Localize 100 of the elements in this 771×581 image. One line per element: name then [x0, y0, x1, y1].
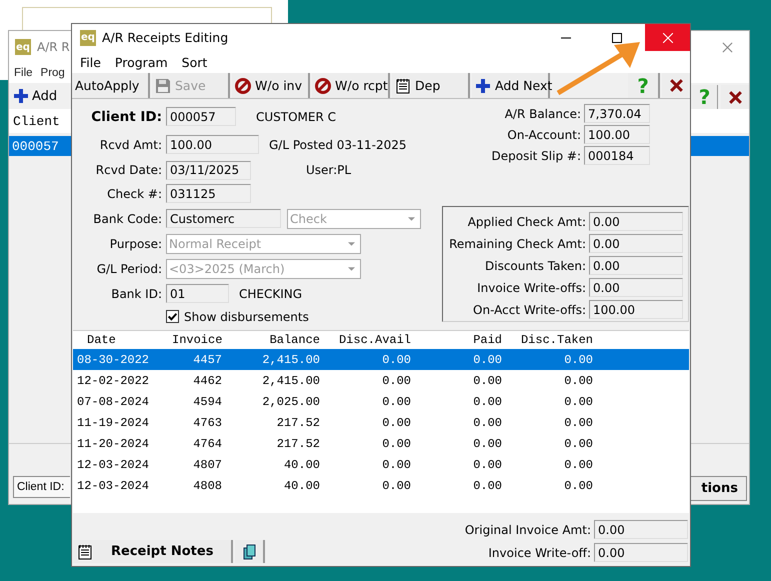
table-cell-text: 11-20-2024 [76, 436, 150, 450]
info-text: User:PL [306, 163, 352, 177]
text-field[interactable]: 031125 [166, 184, 251, 203]
toolbar-button[interactable]: AutoApply [72, 73, 150, 98]
text-field[interactable]: 000057 [166, 107, 236, 126]
table-cell-text: 0.00 [381, 352, 412, 366]
table-cell-text: 0.00 [381, 458, 412, 472]
field-label: Check #: [106, 186, 163, 200]
text-field[interactable]: 03/11/2025 [166, 160, 251, 180]
table-cell-text: 0.00 [563, 458, 594, 472]
text-field[interactable]: 0.00 [594, 543, 688, 562]
table-cell-text: 2,415.00 [261, 374, 321, 388]
text-field[interactable]: 100.00 [584, 125, 650, 144]
table-cell-text: 0.00 [563, 416, 594, 430]
table-cell-text: 0.00 [472, 374, 503, 388]
field-label: Client ID: [13, 476, 70, 498]
table-cell-text: 0.00 [472, 458, 503, 472]
table-cell-text: 4594 [192, 394, 223, 408]
column-header: Balance [268, 333, 321, 347]
menu-item[interactable]: File [80, 54, 101, 70]
table-cell-text: 0.00 [381, 436, 412, 450]
field-label: Rcvd Date: [94, 163, 163, 177]
table-cell-text: 4808 [192, 478, 223, 492]
column-header: Date [86, 333, 117, 347]
menu-item[interactable]: Sort [182, 54, 208, 70]
menu-item[interactable]: Program [114, 54, 168, 70]
table-row[interactable]: 08-30-2022 4457 2,415.00 0.00 0.00 0.00 [73, 349, 689, 370]
field-label: Rcvd Amt: [98, 138, 163, 152]
table-cell-text: 0.00 [381, 478, 412, 492]
text-field[interactable]: 0.00 [594, 520, 688, 539]
text-field[interactable]: 0.00 [589, 278, 683, 297]
field-label: On-Acct Write-offs: [473, 302, 586, 316]
field-label: Deposit Slip #: [491, 148, 581, 162]
column-header: Disc.Avail [338, 333, 412, 347]
field-label: On-Account: [507, 128, 581, 142]
table-cell-text: 12-02-2022 [76, 374, 150, 388]
field-label: Remaining Check Amt: [449, 236, 586, 250]
table-cell-text: 0.00 [472, 478, 503, 492]
text-field[interactable]: 7,370.04 [584, 104, 650, 123]
list-row[interactable]: 000057 [9, 136, 71, 156]
table-cell-text: 217.52 [276, 416, 321, 430]
toolbar-button[interactable]: W/o inv [232, 73, 310, 98]
field-label: Original Invoice Amt: [464, 522, 591, 536]
table-row[interactable]: 12-03-2024 4807 40.00 0.00 0.00 0.00 [73, 454, 689, 475]
table-row[interactable]: 07-08-2024 4594 2,025.00 0.00 0.00 0.00 [73, 391, 689, 412]
text-field[interactable]: 100.00 [589, 300, 683, 319]
table-row[interactable]: 12-03-2024 4808 40.00 0.00 0.00 0.00 [73, 475, 689, 496]
table-cell-text: 2,415.00 [261, 352, 321, 366]
checkbox-label: Show disbursements [184, 310, 309, 324]
text-field[interactable]: 100.00 [166, 135, 259, 154]
field-label: A/R Balance: [504, 106, 581, 120]
column-header: Client [13, 114, 61, 128]
table-cell-text: 0.00 [563, 478, 594, 492]
receipt-notes-button[interactable]: Receipt Notes [73, 540, 233, 563]
table-cell-text: 0.00 [563, 394, 594, 408]
table-cell-text: 12-03-2024 [76, 478, 150, 492]
text-field[interactable]: 01 [166, 284, 229, 303]
table-cell-text: 4764 [192, 436, 223, 450]
window-title: A/R Receipts Editing [102, 30, 230, 45]
field-label: Invoice Write-off: [488, 546, 591, 560]
field-label: Purpose: [108, 236, 163, 250]
info-text: CUSTOMER C [256, 110, 336, 124]
info-text: CHECKING [239, 286, 302, 300]
table-cell-text: 217.52 [276, 436, 321, 450]
menu-item[interactable]: File [14, 67, 33, 79]
field-label: Client ID: [90, 108, 163, 124]
table-cell-text: 0.00 [381, 374, 412, 388]
table-cell-text: 0.00 [563, 436, 594, 450]
table-cell-text: 0.00 [563, 374, 594, 388]
text-field[interactable]: 0.00 [589, 212, 683, 231]
add-button[interactable]: Add [9, 88, 62, 104]
field-label: Applied Check Amt: [468, 214, 586, 228]
table-cell-text: 0.00 [472, 416, 503, 430]
text-field[interactable]: Customerc [166, 209, 281, 228]
toolbar-button[interactable]: W/o rcpt [312, 73, 390, 98]
menu-item[interactable]: Prog [40, 67, 65, 79]
table-cell-text: 0.00 [472, 436, 503, 450]
field-label: G/L Period: [96, 262, 163, 276]
text-field[interactable]: 000184 [584, 146, 650, 165]
table-cell-text: 0.00 [472, 394, 503, 408]
options-button[interactable]: tions [691, 476, 747, 501]
text-field[interactable]: 0.00 [589, 234, 683, 253]
column-header: Invoice [171, 333, 224, 347]
app-logo: eq [80, 30, 96, 46]
column-header: Paid [472, 333, 503, 347]
column-header: Disc.Taken [520, 333, 594, 347]
field-label: Invoice Write-offs: [477, 280, 586, 294]
table-cell-text: 2,025.00 [261, 394, 321, 408]
table-row[interactable]: 12-02-2022 4462 2,415.00 0.00 0.00 0.00 [73, 370, 689, 391]
table-cell-text: 4457 [192, 352, 223, 366]
table-cell-text: 07-08-2024 [76, 394, 150, 408]
table-cell-text: 4462 [192, 374, 223, 388]
table-row[interactable]: 11-20-2024 4764 217.52 0.00 0.00 0.00 [73, 433, 689, 454]
table-cell-text: 000057 [12, 138, 60, 154]
table-row[interactable]: 11-19-2024 4763 217.52 0.00 0.00 0.00 [73, 412, 689, 433]
table-cell-text: 0.00 [381, 416, 412, 430]
table-cell-text: 40.00 [282, 458, 321, 472]
text-field[interactable]: 0.00 [589, 256, 683, 275]
table-cell-text: 40.00 [282, 478, 321, 492]
table-cell-text: 4763 [192, 416, 223, 430]
